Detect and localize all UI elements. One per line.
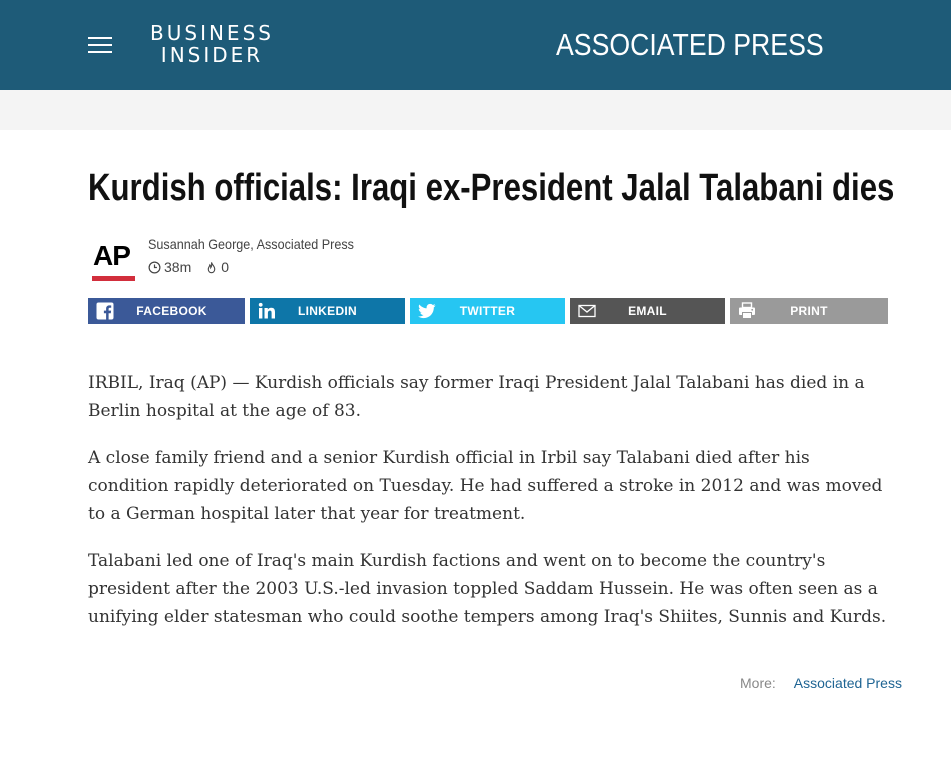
time-ago: 38m (164, 259, 192, 275)
article-paragraph: IRBIL, Iraq (AP) — Kurdish officials say… (88, 373, 865, 421)
ap-logo-text: AP (93, 240, 131, 271)
article-title: Kurdish officials: Iraqi ex-President Ja… (88, 167, 895, 209)
share-twitter-button[interactable]: TWITTER (410, 298, 565, 324)
more-links: More: Associated Press (740, 674, 902, 692)
share-facebook-label: FACEBOOK (136, 304, 207, 318)
ap-logo-bar (92, 276, 135, 281)
print-label: PRINT (790, 304, 828, 318)
partner-logo[interactable]: ASSOCIATED PRESS (556, 27, 824, 63)
share-linkedin-button[interactable]: LINKEDIN (250, 298, 405, 324)
site-header: BUSINESS INSIDER ASSOCIATED PRESS (0, 0, 951, 90)
more-associated-press-link[interactable]: Associated Press (794, 674, 902, 692)
clock-icon (148, 261, 161, 273)
article-meta: 38m 0 (148, 258, 229, 276)
article-paragraph: A close family friend and a senior Kurdi… (88, 448, 883, 524)
comment-count[interactable]: 0 (221, 258, 229, 276)
logo-line-2: INSIDER (160, 43, 264, 67)
hamburger-menu-icon[interactable] (88, 36, 112, 54)
hamburger-line (88, 37, 112, 39)
flame-icon[interactable] (205, 261, 218, 274)
share-facebook-button[interactable]: FACEBOOK (88, 298, 245, 324)
share-email-button[interactable]: EMAIL (570, 298, 725, 324)
hamburger-line (88, 44, 112, 46)
article-body: IRBIL, Iraq (AP) — Kurdish officials say… (88, 369, 888, 650)
share-email-label: EMAIL (628, 304, 667, 318)
article-paragraph: Talabani led one of Iraq's main Kurdish … (88, 551, 887, 627)
author-avatar[interactable]: AP (92, 240, 136, 284)
print-button[interactable]: PRINT (730, 298, 888, 324)
share-twitter-label: TWITTER (459, 304, 516, 318)
more-label: More: (740, 675, 776, 691)
byline[interactable]: Susannah George, Associated Press (148, 235, 354, 253)
hamburger-line (88, 51, 112, 53)
ad-strip (0, 90, 951, 130)
share-linkedin-label: LINKEDIN (297, 304, 358, 318)
logo-line-1: BUSINESS (150, 21, 274, 45)
business-insider-logo[interactable]: BUSINESS INSIDER (148, 22, 276, 66)
